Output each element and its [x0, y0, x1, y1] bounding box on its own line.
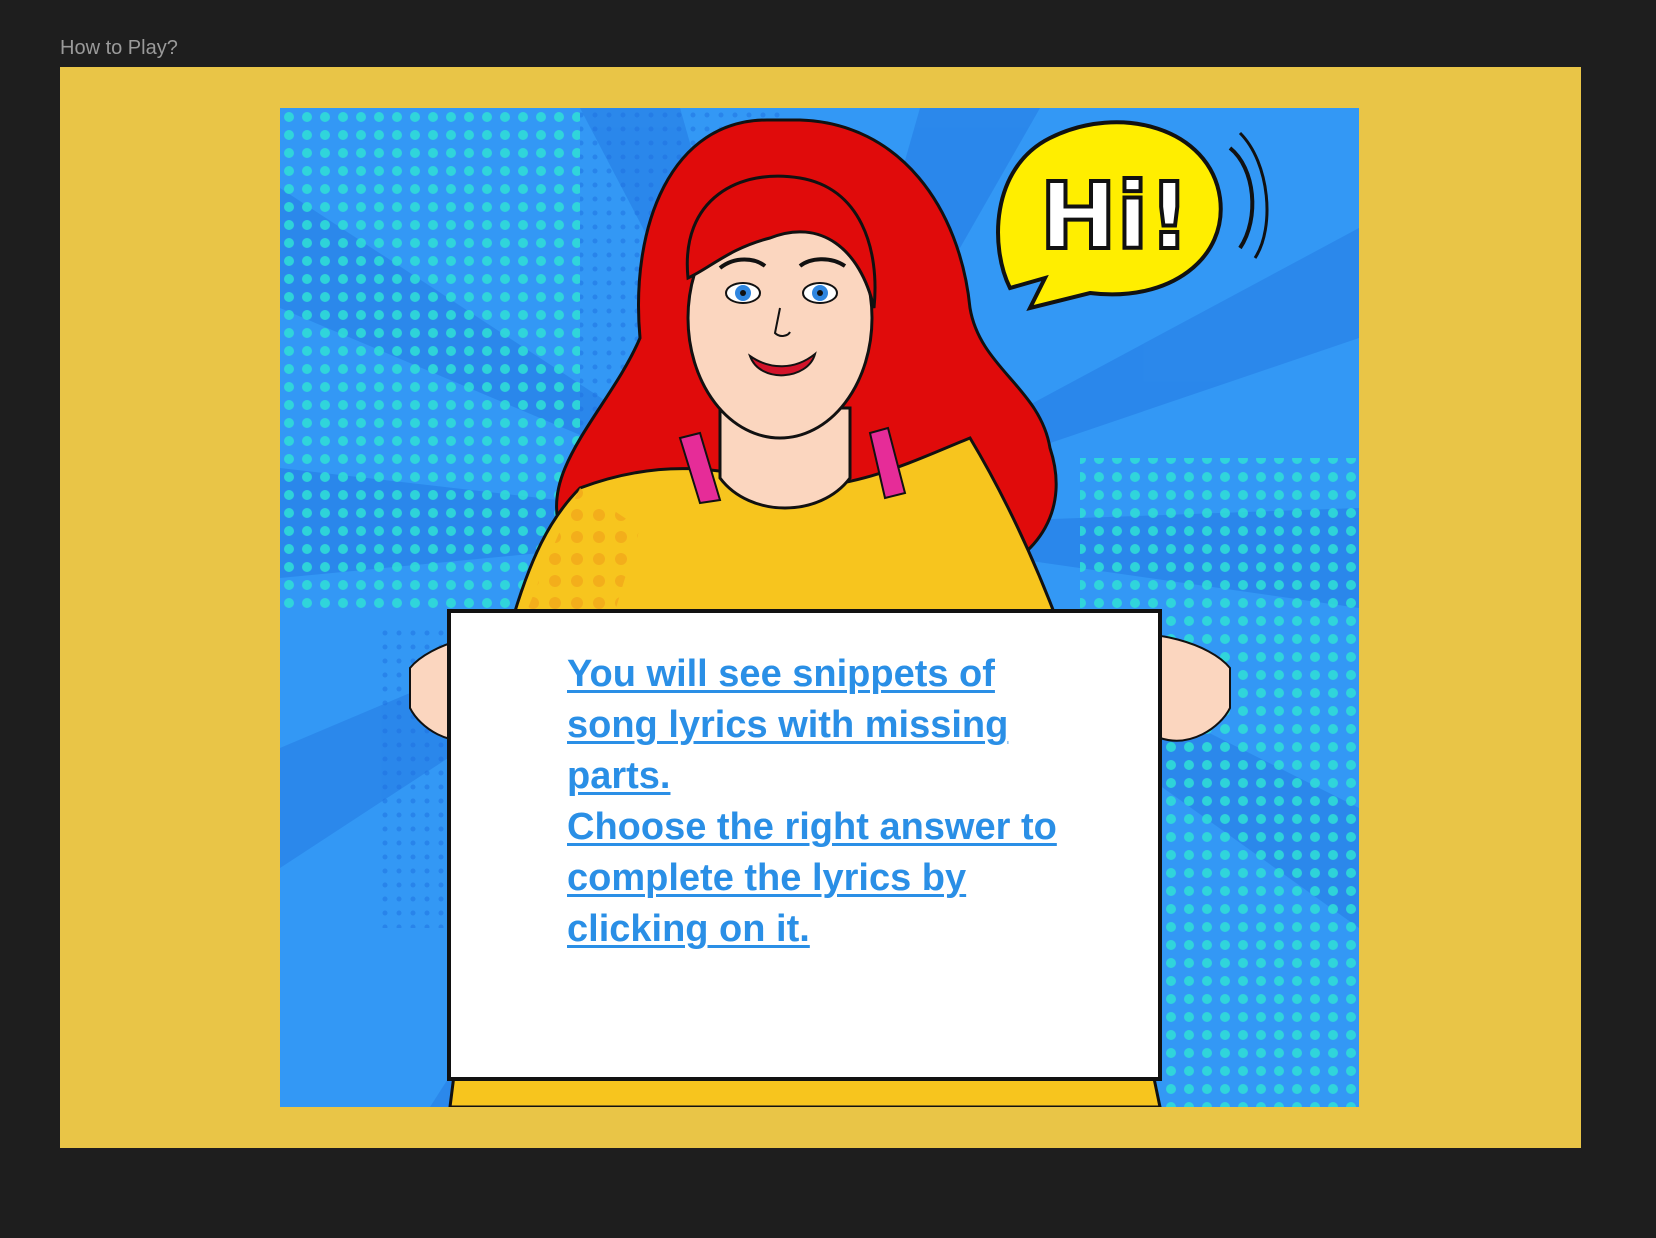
- how-to-play-frame: Hi! You will see snippets of song lyrics…: [60, 67, 1581, 1148]
- frame-title[interactable]: How to Play?: [60, 37, 178, 60]
- instruction-line-2[interactable]: Choose the right answer to complete the …: [567, 806, 1057, 950]
- instruction-line-1[interactable]: You will see snippets of song lyrics wit…: [567, 653, 1008, 797]
- pop-art-illustration: Hi! You will see snippets of song lyrics…: [280, 108, 1359, 1107]
- instruction-sign: You will see snippets of song lyrics wit…: [447, 609, 1162, 1081]
- speech-bubble-text: Hi!: [1040, 163, 1191, 270]
- instruction-text[interactable]: You will see snippets of song lyrics wit…: [567, 649, 1087, 955]
- speech-bubble: Hi!: [996, 120, 1269, 311]
